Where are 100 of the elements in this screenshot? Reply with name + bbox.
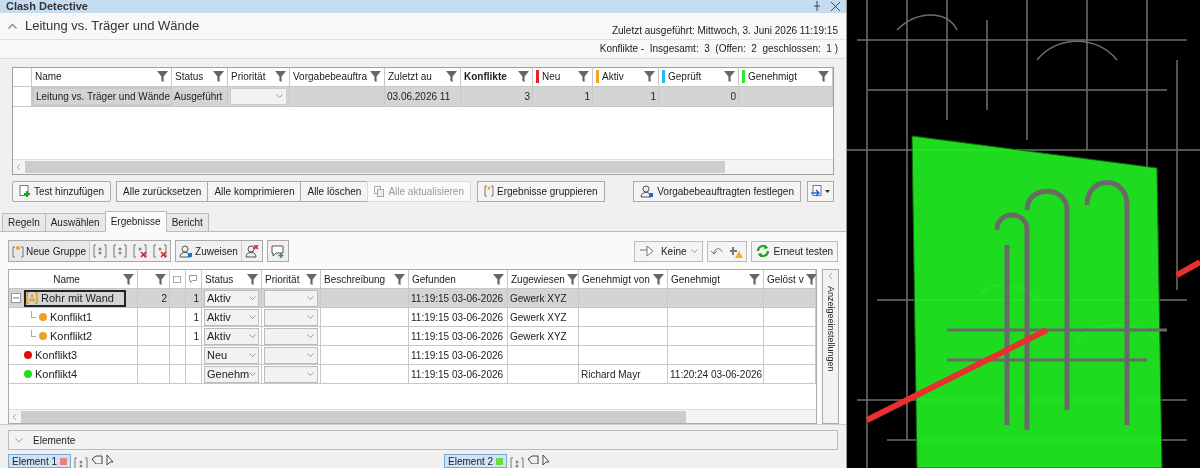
status-dropdown[interactable]: Genehm bbox=[204, 365, 259, 383]
horizontal-scrollbar[interactable] bbox=[13, 158, 833, 174]
group-results-button[interactable]: Ergebnisse gruppieren bbox=[477, 180, 605, 202]
pin-icon[interactable] bbox=[813, 1, 821, 12]
column-header[interactable]: Neu bbox=[533, 67, 593, 86]
dropdown-caret-icon[interactable] bbox=[249, 314, 256, 320]
filter-icon[interactable] bbox=[213, 71, 224, 83]
tab[interactable]: Regeln bbox=[2, 213, 46, 233]
filter-icon[interactable] bbox=[370, 71, 381, 83]
filter-icon[interactable] bbox=[805, 273, 816, 285]
status-dropdown[interactable]: Neu bbox=[204, 346, 259, 364]
filter-icon[interactable] bbox=[123, 273, 134, 285]
set-assignee-button[interactable]: Vorgabebeauftragten festlegen bbox=[633, 180, 801, 202]
result-row[interactable]: Rohr mit Wand 2 1 Aktiv 11:19:15 03-06-2026 Gewerk XYZ bbox=[9, 289, 816, 309]
3d-model-drawing[interactable] bbox=[847, 0, 1200, 468]
dropdown-caret-icon[interactable] bbox=[249, 333, 256, 339]
retest-button[interactable]: Erneut testen bbox=[750, 240, 838, 262]
bulk-action-button[interactable]: Alle komprimieren bbox=[207, 180, 302, 202]
result-row[interactable]: Konflikt1 1 Aktiv 11:19:15 03-06-2026 Gewerk XYZ bbox=[9, 308, 816, 328]
column-header[interactable] bbox=[186, 270, 202, 289]
bulk-action-button[interactable]: Alle zurücksetzen bbox=[116, 180, 209, 202]
column-header[interactable]: Gefunden bbox=[409, 270, 508, 289]
column-header[interactable]: Vorgabebeauftra bbox=[290, 67, 385, 86]
filter-dropdown[interactable]: Keine bbox=[633, 240, 703, 262]
dropdown-caret-icon[interactable] bbox=[307, 352, 314, 358]
dropdown-caret-icon[interactable] bbox=[307, 295, 314, 301]
conflict-name[interactable]: Konflikt1 bbox=[50, 308, 93, 326]
result-row[interactable]: Konflikt3 Neu 11:19:15 03-06-2026 bbox=[9, 346, 816, 366]
display-settings-tab[interactable]: Anzeigeeinstellungen bbox=[822, 269, 839, 425]
scrollbar-thumb[interactable] bbox=[25, 160, 725, 173]
status-dropdown[interactable]: Aktiv bbox=[204, 327, 259, 345]
add-comment-button[interactable] bbox=[266, 240, 289, 263]
column-header[interactable]: Zugewiesen bbox=[508, 270, 579, 289]
dropdown-caret-icon[interactable] bbox=[307, 371, 314, 377]
filter-icon[interactable] bbox=[493, 273, 504, 285]
filter-icon[interactable] bbox=[518, 71, 529, 83]
caret-icon[interactable] bbox=[690, 248, 698, 254]
filter-icon[interactable] bbox=[818, 71, 829, 83]
new-group-button[interactable]: Neue Gruppe bbox=[9, 241, 91, 262]
filter-icon[interactable] bbox=[578, 71, 589, 83]
conflict-name[interactable]: Konflikt2 bbox=[50, 327, 93, 345]
column-header[interactable]: Genehmigt bbox=[739, 67, 833, 86]
column-header[interactable]: Genehmigt von bbox=[579, 270, 668, 289]
conflict-name[interactable]: Konflikt4 bbox=[35, 365, 78, 383]
result-row[interactable]: Konflikt2 1 Aktiv 11:19:15 03-06-2026 Gewerk XYZ bbox=[9, 327, 816, 347]
column-header[interactable]: Name bbox=[9, 270, 138, 289]
filter-icon[interactable] bbox=[446, 71, 457, 83]
status-dropdown[interactable]: Aktiv bbox=[204, 308, 259, 326]
element-tab[interactable]: Element 1 bbox=[8, 454, 72, 468]
scrollbar-thumb[interactable] bbox=[21, 410, 686, 423]
filter-icon[interactable] bbox=[644, 71, 655, 83]
filter-icon[interactable] bbox=[394, 273, 405, 285]
status-dropdown[interactable]: Aktiv bbox=[204, 289, 259, 307]
filter-icon[interactable] bbox=[653, 273, 664, 285]
collapse-icon[interactable] bbox=[8, 22, 17, 29]
column-header[interactable]: Konflikte bbox=[461, 67, 533, 86]
filter-icon[interactable] bbox=[155, 273, 166, 285]
conflict-name[interactable]: Konflikt3 bbox=[35, 346, 78, 364]
close-icon[interactable] bbox=[831, 1, 840, 11]
column-header[interactable]: Status bbox=[202, 270, 262, 289]
priority-dropdown[interactable] bbox=[264, 308, 318, 326]
dropdown-caret-icon[interactable] bbox=[249, 295, 256, 301]
priority-dropdown[interactable] bbox=[264, 327, 318, 345]
priority-dropdown[interactable] bbox=[264, 365, 318, 383]
filter-icon[interactable] bbox=[247, 273, 258, 285]
add-test-button[interactable]: Test hinzufügen bbox=[12, 180, 112, 202]
tab[interactable]: Bericht bbox=[165, 213, 209, 233]
priority-dropdown[interactable] bbox=[264, 346, 318, 364]
element-tab[interactable]: Element 2 bbox=[444, 454, 508, 468]
column-header[interactable]: Zuletzt au bbox=[385, 67, 461, 86]
filter-icon[interactable] bbox=[157, 71, 168, 83]
column-header[interactable]: Priorität bbox=[228, 67, 290, 86]
horizontal-scrollbar[interactable] bbox=[9, 409, 816, 424]
dropdown-caret-icon[interactable] bbox=[249, 371, 257, 377]
filter-icon[interactable] bbox=[566, 273, 578, 285]
export-button[interactable] bbox=[807, 180, 834, 202]
filter-icon[interactable] bbox=[749, 273, 760, 285]
filter-icon[interactable] bbox=[724, 71, 735, 83]
dropdown-caret-icon[interactable] bbox=[249, 352, 256, 358]
column-header[interactable]: Status bbox=[172, 67, 228, 86]
tab[interactable]: Ergebnisse bbox=[104, 211, 167, 233]
tab[interactable]: Auswählen bbox=[44, 213, 106, 233]
column-header[interactable]: Aktiv bbox=[593, 67, 659, 86]
dropdown-caret-icon[interactable] bbox=[307, 314, 314, 320]
filter-icon[interactable] bbox=[275, 71, 286, 83]
column-header[interactable]: Gelöst v bbox=[764, 270, 816, 289]
bulk-action-button[interactable]: Alle löschen bbox=[300, 180, 369, 202]
test-row[interactable]: Leitung vs. Träger und Wände Ausgeführt 03.06.2026 11 3 1 1 0 bbox=[13, 86, 833, 107]
filter-icon[interactable] bbox=[306, 273, 317, 285]
column-header[interactable]: Name bbox=[32, 67, 172, 86]
elements-bar[interactable]: Elemente bbox=[8, 430, 838, 450]
column-header[interactable]: Geprüft bbox=[659, 67, 739, 86]
column-header[interactable]: Beschreibung bbox=[321, 270, 409, 289]
result-row[interactable]: Konflikt4 Genehm 11:19:15 03-06-2026 Richard Mayr 11:20:24 03-06-2026 bbox=[9, 365, 816, 385]
column-header[interactable]: Genehmigt bbox=[668, 270, 764, 289]
dropdown-caret-icon[interactable] bbox=[307, 333, 314, 339]
collapse-icon[interactable] bbox=[11, 293, 21, 304]
group-name[interactable]: Rohr mit Wand bbox=[24, 289, 126, 307]
dropdown-caret-icon[interactable] bbox=[276, 93, 283, 99]
column-header[interactable]: Priorität bbox=[262, 270, 321, 289]
